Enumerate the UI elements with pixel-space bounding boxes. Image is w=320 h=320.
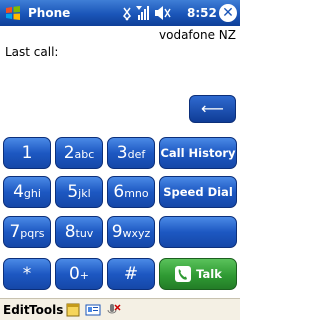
key-0[interactable]: 0+ xyxy=(55,258,103,290)
tools-menu[interactable]: Tools xyxy=(29,302,63,318)
phone-handset-icon xyxy=(175,265,192,282)
key-7[interactable]: 7pqrs xyxy=(3,216,51,248)
status-icons[interactable] xyxy=(122,4,182,22)
key-2[interactable]: 2abc xyxy=(55,137,103,169)
volume-icon[interactable] xyxy=(155,6,171,20)
key-5[interactable]: 5jkl xyxy=(55,176,103,208)
key-9[interactable]: 9wxyz xyxy=(107,216,155,248)
app-title: Phone xyxy=(28,6,71,20)
key-number: # xyxy=(123,264,139,284)
mute-microphone-icon[interactable] xyxy=(105,302,121,318)
backspace-button[interactable]: ⟵ xyxy=(189,95,236,123)
connectivity-icon[interactable] xyxy=(123,7,131,21)
key-number: 6 xyxy=(113,182,125,202)
key-number: 3 xyxy=(116,143,128,163)
talk-button[interactable]: Talk xyxy=(159,258,237,290)
key-1[interactable]: 1 xyxy=(3,137,51,169)
key-letters: ghi xyxy=(23,187,41,200)
key-letters: abc xyxy=(74,148,95,161)
key-number: 0 xyxy=(68,264,80,284)
call-history-button[interactable]: Call History xyxy=(159,137,237,169)
key-letters: wxyz xyxy=(122,227,151,240)
key-star[interactable]: * xyxy=(3,258,51,290)
key-number: 8 xyxy=(64,222,76,242)
key-number: 5 xyxy=(67,182,79,202)
blank-function-button[interactable] xyxy=(159,216,237,248)
clock[interactable]: 8:52 xyxy=(187,5,217,21)
key-letters: pqrs xyxy=(20,227,45,240)
key-letters: tuv xyxy=(75,227,94,240)
key-4[interactable]: 4ghi xyxy=(3,176,51,208)
carrier-name: vodafone NZ xyxy=(159,28,236,42)
key-letters: mno xyxy=(124,187,149,200)
speed-dial-label: Speed Dial xyxy=(163,185,233,199)
key-number: 4 xyxy=(13,182,24,202)
close-button[interactable]: ✕ xyxy=(219,4,237,22)
key-number: 9 xyxy=(111,222,123,242)
backspace-arrow-icon: ⟵ xyxy=(201,99,224,118)
key-6[interactable]: 6mno xyxy=(107,176,155,208)
menu-bar: Edit Tools xyxy=(0,298,240,320)
title-bar: Phone 8:52 ✕ xyxy=(0,0,240,26)
signal-strength-icon[interactable] xyxy=(136,6,149,20)
key-number: * xyxy=(22,264,32,284)
call-history-label: Call History xyxy=(160,146,236,160)
key-8[interactable]: 8tuv xyxy=(55,216,103,248)
key-number: 2 xyxy=(63,143,75,163)
notepad-icon[interactable] xyxy=(65,302,81,318)
speed-dial-button[interactable]: Speed Dial xyxy=(159,176,237,208)
number-display[interactable] xyxy=(5,62,235,90)
key-number: 7 xyxy=(9,222,21,242)
last-call-label: Last call: xyxy=(5,45,59,59)
key-letters: def xyxy=(127,148,146,161)
key-number: 1 xyxy=(21,143,33,163)
key-3[interactable]: 3def xyxy=(107,137,155,169)
talk-label: Talk xyxy=(196,267,222,281)
key-hash[interactable]: # xyxy=(107,258,155,290)
windows-start-icon[interactable] xyxy=(3,3,23,23)
key-letters: + xyxy=(79,269,90,282)
key-letters: jkl xyxy=(78,187,91,200)
contact-card-icon[interactable] xyxy=(85,302,101,318)
edit-menu[interactable]: Edit xyxy=(3,302,30,318)
